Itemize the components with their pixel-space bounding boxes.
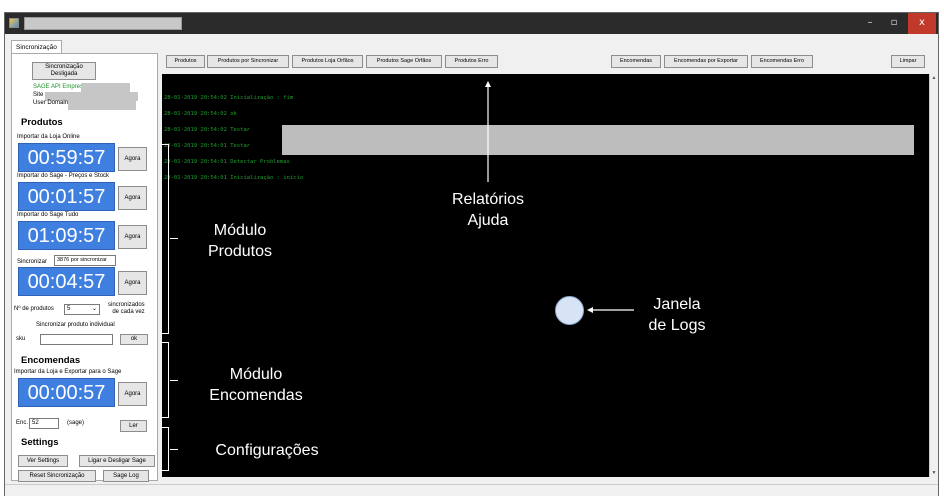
sage-log-button[interactable]: Sage Log <box>103 470 149 482</box>
sincronizados-label: sincronizados de cada vez <box>108 302 145 316</box>
sync-toggle-line1: Sincronização <box>45 64 83 70</box>
app-icon <box>9 18 19 28</box>
por-sincronizar-count: 3876 por sincronizar <box>54 255 116 266</box>
produtos-erro-button[interactable]: Produtos Erro <box>445 55 498 68</box>
annotation-janela-logs: Janela de Logs <box>640 294 714 336</box>
agora-button-1[interactable]: Agora <box>118 147 147 171</box>
settings-heading: Settings <box>21 437 59 448</box>
produtos-sage-orfaos-button[interactable]: Produtos Sage Orfãos <box>366 55 442 68</box>
sku-label: sku <box>16 336 26 342</box>
limpar-button[interactable]: Limpar <box>891 55 925 68</box>
agora-button-3[interactable]: Agora <box>118 225 147 249</box>
annotation-janela-line2: de Logs <box>648 317 706 334</box>
annotation-encomendas-line2: Encomendas <box>209 387 303 404</box>
maximize-button[interactable]: ▫ <box>882 13 906 34</box>
log-window[interactable]: 28-01-2019 20:54:02 Inicialização : fim … <box>162 74 929 477</box>
sage-api-redacted <box>81 83 130 92</box>
importar-loja-label: Importar da Loja Online <box>17 134 80 140</box>
annotation-configuracoes: Configurações <box>215 442 319 459</box>
n-produtos-value: 5 <box>67 306 71 312</box>
scroll-down-icon[interactable]: ▼ <box>931 470 937 476</box>
log-line: 28-01-2019 20:54:02 ok <box>164 111 237 117</box>
log-window-marker <box>555 296 584 325</box>
timer-importar-loja: 00:59:57 <box>18 143 115 172</box>
user-domain-redacted <box>68 101 136 110</box>
app-window: – ▫ x Sincronização Sincronização Deslig… <box>4 12 939 496</box>
produtos-loja-orfaos-button[interactable]: Produtos Loja Orfãos <box>292 55 363 68</box>
scroll-up-icon[interactable]: ▲ <box>931 75 937 81</box>
reset-sincronizacao-button[interactable]: Reset Sincronização <box>18 470 96 482</box>
tab-sincronizacao[interactable]: Sincronização <box>11 40 62 54</box>
ler-button[interactable]: Ler <box>120 420 147 432</box>
log-redacted-block <box>282 125 914 155</box>
close-button[interactable]: x <box>908 13 936 34</box>
sage-suffix-label: (sage) <box>67 420 85 426</box>
annotation-relatorios-line1: Relatórios <box>451 191 525 208</box>
agora-button-4[interactable]: Agora <box>118 271 147 295</box>
annotation-encomendas-line1: Módulo <box>229 366 283 383</box>
sincronizados-line1: sincronizados <box>108 302 145 308</box>
encomendas-por-exportar-button[interactable]: Encomendas por Exportar <box>664 55 748 68</box>
sync-toggle-button[interactable]: Sincronização Desligada <box>32 62 96 80</box>
sincronizados-line2: de cada vez <box>112 309 145 315</box>
sage-api-label: SAGE API Empresa <box>33 84 87 90</box>
produtos-por-sincronizar-button[interactable]: Produtos por Sincronizar <box>207 55 289 68</box>
ok-button[interactable]: ok <box>120 334 148 345</box>
log-scrollbar[interactable]: ▲ ▼ <box>929 74 937 477</box>
user-domain-label: User Domain <box>33 100 69 106</box>
window-title-redacted <box>24 17 182 30</box>
produtos-heading: Produtos <box>21 117 63 128</box>
timer-sincronizar: 00:04:57 <box>18 267 115 296</box>
enc-input[interactable]: 52 <box>29 418 59 429</box>
left-panel: Sincronização Desligada SAGE API Empresa… <box>11 53 158 482</box>
bracket-produtos-tick <box>170 238 178 239</box>
annotation-produtos-line1: Módulo <box>213 222 267 239</box>
annotation-modulo-produtos: Módulo Produtos <box>195 220 285 262</box>
log-line: 28-01-2019 20:54:02 Testar <box>164 127 251 133</box>
bracket-produtos <box>160 144 169 334</box>
chevron-down-icon: ⌄ <box>91 306 97 312</box>
importar-sage-precos-label: Importar do Sage - Preços e Stock <box>17 173 110 179</box>
bracket-configuracoes <box>160 427 169 471</box>
log-line: 28-01-2019 20:54:01 Detectar Problemas <box>164 159 290 165</box>
annotation-janela-line1: Janela <box>653 296 701 313</box>
site-label: Site <box>33 92 44 98</box>
encomendas-erro-button[interactable]: Encomendas Erro <box>751 55 813 68</box>
title-bar: – ▫ x <box>5 13 938 34</box>
timer-importar-sage-tudo: 01:09:57 <box>18 221 115 250</box>
annotation-relatorios: Relatórios Ajuda <box>448 189 528 231</box>
annotation-relatorios-line2: Ajuda <box>467 212 509 229</box>
sincronizar-label: Sincronizar <box>17 259 48 265</box>
encomendas-button[interactable]: Encomendas <box>611 55 661 68</box>
timer-importar-sage-precos: 00:01:57 <box>18 182 115 211</box>
n-produtos-label: Nº de produtos <box>14 306 54 312</box>
bracket-configuracoes-tick <box>170 449 178 450</box>
sincronizar-individual-label: Sincronizar produto individual <box>36 322 115 328</box>
importar-sage-tudo-label: Importar do Sage Tudo <box>17 212 79 218</box>
sku-input[interactable] <box>40 334 113 345</box>
enc-label: Enc. <box>16 420 29 426</box>
annotation-produtos-line2: Produtos <box>207 243 273 260</box>
n-produtos-select[interactable]: 5 ⌄ <box>64 304 100 315</box>
status-bar <box>5 484 938 496</box>
bracket-encomendas <box>160 342 169 418</box>
timer-encomendas: 00:00:57 <box>18 378 115 407</box>
agora-button-2[interactable]: Agora <box>118 186 147 210</box>
encomendas-heading: Encomendas <box>21 355 81 366</box>
log-line: 28-01-2019 20:54:02 Inicialização : fim <box>164 95 294 101</box>
agora-button-5[interactable]: Agora <box>118 382 147 406</box>
annotation-modulo-encomendas: Módulo Encomendas <box>196 364 316 406</box>
log-line: 28-01-2019 20:54:01 Inicialização : inic… <box>164 175 304 181</box>
bracket-encomendas-tick <box>170 380 178 381</box>
minimize-button[interactable]: – <box>858 13 882 34</box>
ligar-desligar-sage-button[interactable]: Ligar e Desligar Sage <box>79 455 155 467</box>
importar-exportar-label: Importar da Loja e Exportar para o Sage <box>14 369 122 375</box>
ver-settings-button[interactable]: Ver Settings <box>18 455 68 467</box>
log-line: 28-01-2019 20:54:01 Testar <box>164 143 251 149</box>
sync-toggle-line2: Desligada <box>50 71 78 77</box>
produtos-button[interactable]: Produtos <box>166 55 205 68</box>
